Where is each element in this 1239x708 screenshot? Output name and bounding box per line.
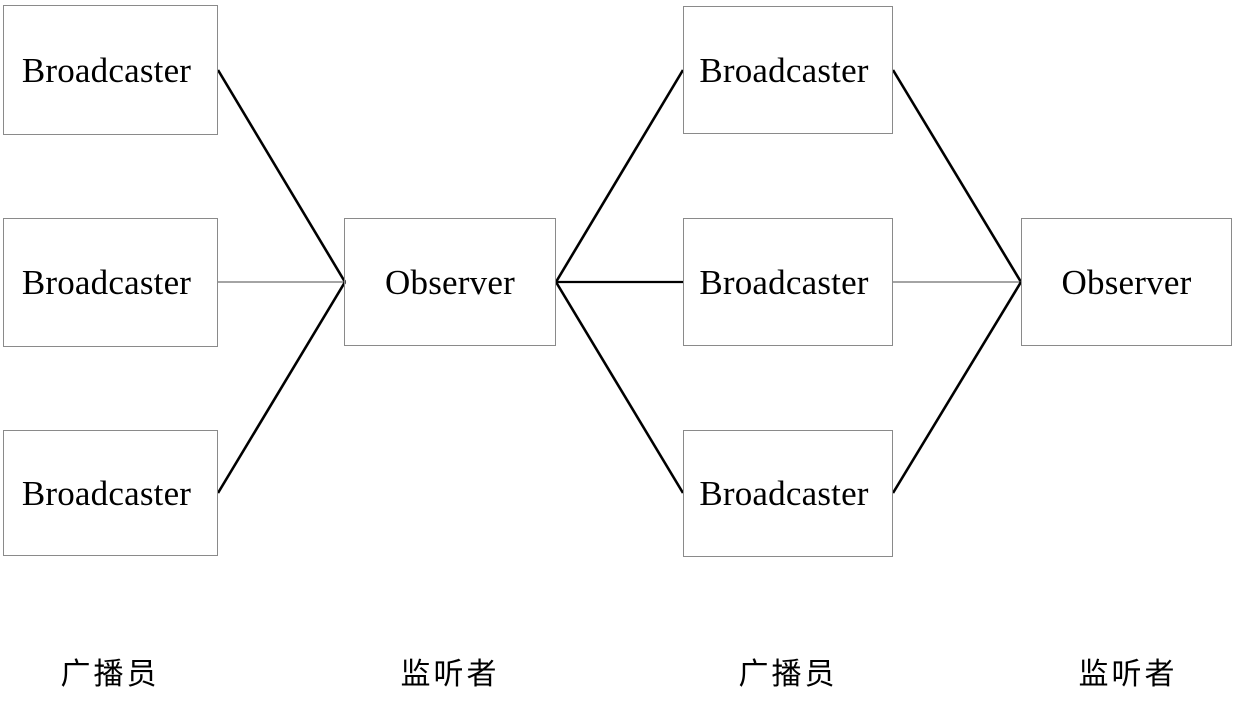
edge-g1-broadcaster-1-to-observer xyxy=(216,69,347,283)
caption-group-1-broadcasters: 广播员 xyxy=(60,658,160,691)
edge-g2-broadcaster-3-to-observer xyxy=(891,281,1023,494)
caption-group-2-broadcasters: 广播员 xyxy=(738,658,838,691)
node-label: Observer xyxy=(385,262,515,302)
edge-g1-broadcaster-3-to-observer xyxy=(216,281,347,494)
edge-observer-1-to-g2-broadcaster-1 xyxy=(554,69,685,283)
edge-g2-broadcaster-1-to-observer xyxy=(891,69,1023,283)
node-g1-broadcaster-2[interactable]: Broadcaster xyxy=(3,218,218,347)
node-label: Broadcaster xyxy=(699,474,869,513)
node-g1-broadcaster-1[interactable]: Broadcaster xyxy=(3,5,218,135)
node-g2-broadcaster-3[interactable]: Broadcaster xyxy=(683,430,893,557)
node-g1-observer[interactable]: Observer xyxy=(344,218,556,346)
node-g2-observer[interactable]: Observer xyxy=(1021,218,1232,346)
edge-observer-1-to-g2-broadcaster-3 xyxy=(554,281,685,494)
node-label: Broadcaster xyxy=(21,473,192,513)
diagram-canvas: Broadcaster Broadcaster Broadcaster Obse… xyxy=(0,0,1239,708)
node-label: Broadcaster xyxy=(21,50,192,90)
node-g2-broadcaster-2[interactable]: Broadcaster xyxy=(683,218,893,346)
node-label: Broadcaster xyxy=(699,50,869,90)
node-label: Broadcaster xyxy=(699,262,869,302)
node-g2-broadcaster-1[interactable]: Broadcaster xyxy=(683,6,893,134)
node-label: Broadcaster xyxy=(21,263,192,302)
node-g1-broadcaster-3[interactable]: Broadcaster xyxy=(3,430,218,556)
node-label: Observer xyxy=(1061,262,1192,302)
caption-group-2-observer: 监听者 xyxy=(1078,658,1178,691)
caption-group-1-observer: 监听者 xyxy=(400,658,500,691)
